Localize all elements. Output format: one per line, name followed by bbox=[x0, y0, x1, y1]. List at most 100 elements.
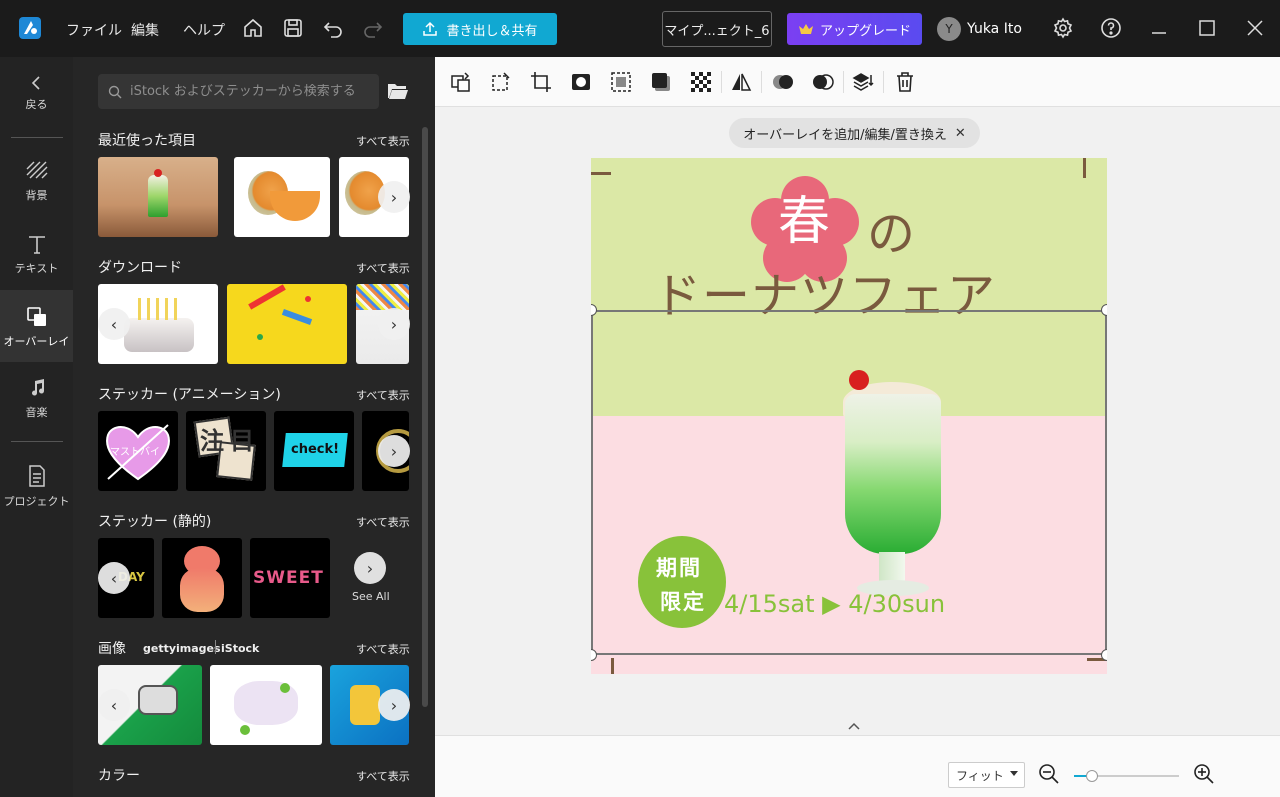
recent-thumb-cream-soda[interactable] bbox=[98, 157, 218, 237]
chevron-up-icon bbox=[848, 722, 860, 730]
see-all-sticker-anim[interactable]: すべて表示 bbox=[356, 387, 410, 403]
rail-item-music[interactable]: 音楽 bbox=[0, 378, 73, 420]
rail-item-label: 音楽 bbox=[25, 406, 48, 419]
settings-gear-icon[interactable] bbox=[1051, 16, 1075, 40]
search-icon bbox=[108, 85, 122, 98]
zoom-in-icon[interactable] bbox=[1193, 763, 1215, 789]
close-icon[interactable] bbox=[1243, 16, 1267, 40]
design-canvas[interactable]: 春 の ドーナツフェア 期間 限定 4/15sat ▶ 4/30sun bbox=[591, 158, 1107, 674]
app-logo-icon bbox=[18, 16, 42, 40]
project-name-button[interactable]: マイプ...ェクト_6 bbox=[662, 11, 772, 47]
border-icon[interactable] bbox=[609, 70, 633, 94]
rail-back-label: 戻る bbox=[25, 98, 48, 111]
recent-thumb-melon[interactable] bbox=[234, 157, 330, 237]
see-all-recent[interactable]: すべて表示 bbox=[356, 133, 410, 149]
sticker-chumoku[interactable]: 注目 bbox=[186, 411, 266, 491]
help-icon[interactable] bbox=[1099, 16, 1123, 40]
sticker-static-prev-button[interactable]: ‹ bbox=[98, 562, 130, 594]
overlay-hint-chip[interactable]: オーバーレイを追加/編集/置き換え ✕ bbox=[729, 118, 980, 148]
recent-next-button[interactable]: › bbox=[378, 181, 410, 213]
image-thumb-sports[interactable] bbox=[210, 665, 322, 745]
transparency-icon[interactable] bbox=[689, 70, 713, 94]
delete-icon[interactable] bbox=[893, 70, 917, 94]
mask-icon[interactable] bbox=[569, 70, 593, 94]
editor-toolbar bbox=[435, 57, 1280, 107]
export-label: 書き出し＆共有 bbox=[446, 23, 538, 39]
maximize-icon[interactable] bbox=[1195, 16, 1219, 40]
user-name[interactable]: Yuka Ito bbox=[967, 21, 1022, 37]
rail-back[interactable]: 戻る bbox=[0, 75, 73, 112]
zoom-select[interactable]: フィット bbox=[948, 762, 1025, 788]
sticker-static-see-all-button[interactable]: › bbox=[354, 552, 386, 584]
rail-item-label: プロジェクト bbox=[3, 495, 70, 508]
menu-edit[interactable]: 編集 bbox=[131, 20, 159, 40]
canvas-no[interactable]: の bbox=[867, 210, 915, 258]
brand-divider bbox=[215, 640, 216, 654]
zoom-slider-knob[interactable] bbox=[1085, 770, 1098, 782]
rail-item-overlay[interactable]: オーバーレイ bbox=[0, 290, 73, 362]
images-prev-button[interactable]: ‹ bbox=[98, 689, 130, 721]
see-all-images[interactable]: すべて表示 bbox=[356, 641, 410, 657]
section-sticker-static-title: ステッカー (静的) bbox=[98, 514, 212, 530]
zoom-out-icon[interactable] bbox=[1038, 763, 1060, 789]
redo-icon[interactable] bbox=[361, 16, 385, 40]
expand-timeline-handle[interactable] bbox=[834, 717, 874, 735]
avatar[interactable]: Y bbox=[937, 17, 961, 41]
menu-help[interactable]: ヘルプ bbox=[183, 20, 225, 40]
crown-icon bbox=[798, 24, 813, 34]
text-icon bbox=[28, 236, 45, 254]
sticker-gummy-bear[interactable] bbox=[162, 538, 242, 618]
folder-icon[interactable] bbox=[387, 81, 409, 105]
images-next-button[interactable]: › bbox=[378, 689, 410, 721]
flip-icon[interactable] bbox=[729, 70, 753, 94]
rail-item-label: テキスト bbox=[14, 262, 59, 275]
section-download-title: ダウンロード bbox=[98, 260, 182, 276]
rail-item-label: オーバーレイ bbox=[3, 335, 70, 348]
undo-icon[interactable] bbox=[321, 16, 345, 40]
see-all-sticker-static[interactable]: すべて表示 bbox=[356, 514, 410, 530]
save-icon[interactable] bbox=[281, 16, 305, 40]
export-share-button[interactable]: 書き出し＆共有 bbox=[403, 13, 557, 45]
see-all-download[interactable]: すべて表示 bbox=[356, 260, 410, 276]
selection-box[interactable] bbox=[591, 310, 1107, 655]
home-icon[interactable] bbox=[241, 16, 265, 40]
search-box[interactable] bbox=[98, 74, 379, 109]
section-sticker-anim-title: ステッカー (アニメーション) bbox=[98, 387, 281, 403]
arrange-layers-icon[interactable] bbox=[851, 70, 875, 94]
replace-icon[interactable] bbox=[449, 70, 473, 94]
download-next-button[interactable]: › bbox=[378, 308, 410, 340]
sticker-chumoku-text: 注目 bbox=[200, 427, 260, 455]
blend-icon[interactable] bbox=[771, 70, 795, 94]
sticker-check-text: check! bbox=[291, 442, 340, 457]
blend-mode-icon[interactable] bbox=[811, 70, 835, 94]
resize-handle[interactable] bbox=[1101, 304, 1107, 316]
close-icon[interactable]: ✕ bbox=[955, 126, 966, 141]
zoom-slider[interactable] bbox=[1074, 770, 1179, 782]
see-all-en-label[interactable]: See All bbox=[352, 590, 390, 603]
crop-select-icon[interactable] bbox=[489, 70, 513, 94]
shadow-icon[interactable] bbox=[649, 70, 673, 94]
download-thumb-party[interactable] bbox=[227, 284, 347, 364]
download-prev-button[interactable]: ‹ bbox=[98, 308, 130, 340]
canvas-haru[interactable]: 春 bbox=[778, 196, 830, 248]
menu-file[interactable]: ファイル bbox=[66, 20, 122, 40]
background-icon bbox=[26, 161, 47, 179]
upgrade-button[interactable]: アップグレード bbox=[787, 13, 922, 45]
panel-scrollbar[interactable] bbox=[422, 127, 428, 707]
editor-area: オーバーレイを追加/編集/置き換え ✕ 春 の ドーナツフェア 期間 限定 4/… bbox=[435, 57, 1280, 797]
rail-item-background[interactable]: 背景 bbox=[0, 161, 73, 203]
rail-item-project[interactable]: プロジェクト bbox=[0, 465, 73, 509]
see-all-color[interactable]: すべて表示 bbox=[356, 768, 410, 784]
crop-icon[interactable] bbox=[529, 70, 553, 94]
search-input[interactable] bbox=[130, 84, 370, 99]
sticker-heart[interactable]: マストバイ bbox=[98, 411, 178, 491]
minimize-icon[interactable] bbox=[1147, 16, 1171, 40]
sticker-anim-next-button[interactable]: › bbox=[378, 435, 410, 467]
resize-handle[interactable] bbox=[1101, 649, 1107, 661]
sticker-sweet[interactable]: SWEET bbox=[250, 538, 330, 618]
chevron-left-icon bbox=[31, 76, 40, 90]
rail-item-text[interactable]: テキスト bbox=[0, 233, 73, 276]
sticker-check[interactable]: check! bbox=[274, 411, 354, 491]
zoom-select-value: フィット bbox=[956, 768, 1004, 783]
chevron-down-icon bbox=[1010, 771, 1018, 776]
